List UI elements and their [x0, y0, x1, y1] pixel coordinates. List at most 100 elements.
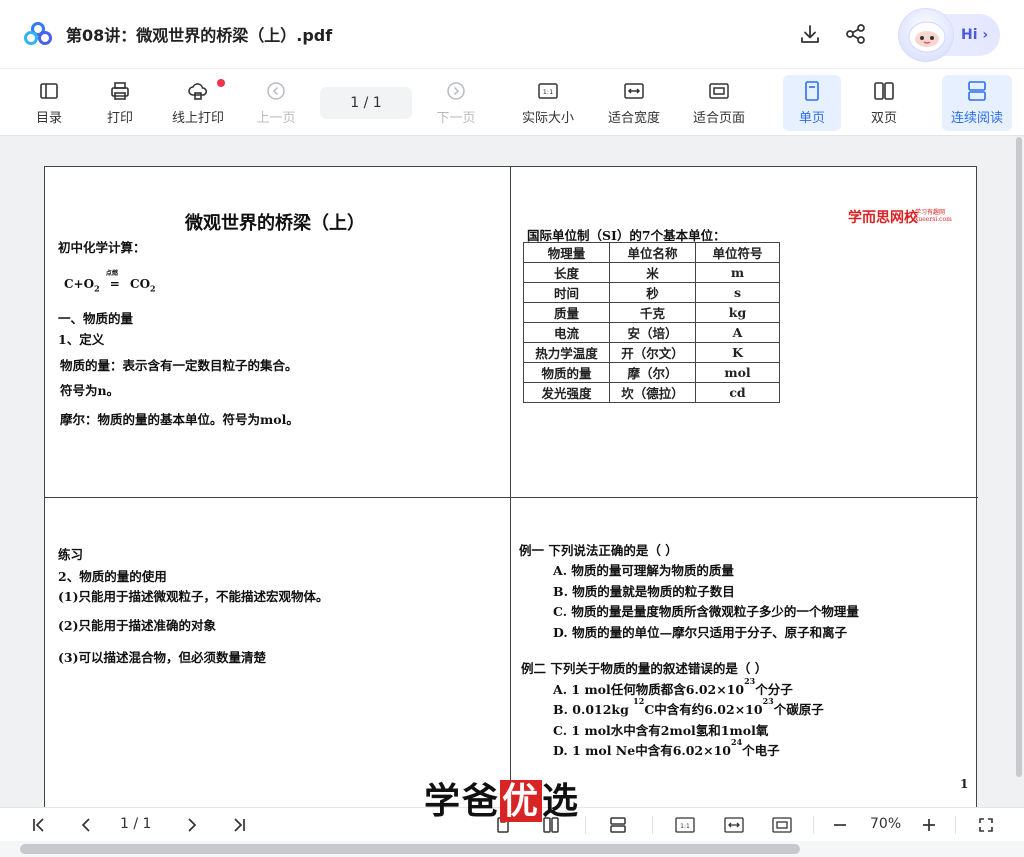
arrow-right-circle-icon [447, 82, 465, 100]
horizontal-scrollbar-thumb[interactable] [20, 844, 800, 854]
next-page-bottom-button[interactable] [180, 814, 202, 836]
usage-item-3: (3)可以描述混合物，但必须数量清楚 [58, 650, 267, 665]
bottom-actual-size-button[interactable]: 1:1 [674, 814, 696, 836]
toc-label: 目录 [35, 111, 62, 126]
print-label: 打印 [106, 111, 133, 126]
usage-item-2: (2)只能用于描述准确的对象 [58, 618, 217, 633]
example-2-option-a: A. 1 mol任何物质都含6.02×1023个分子 [553, 676, 793, 697]
fit-width-button[interactable]: 适合宽度 [600, 75, 668, 131]
si-table-row: 热力学温度 开（尔文） K [523, 342, 780, 363]
bottom-page-indicator[interactable]: 1 / 1 [120, 816, 151, 832]
si-table-header-cell: 单位符号 [695, 242, 780, 263]
fit-width-icon [724, 817, 744, 833]
assistant-avatar[interactable] [898, 8, 954, 62]
zoom-out-button[interactable] [829, 814, 851, 836]
chemical-equation: C+O2 点燃 = CO2 [64, 270, 156, 294]
cloud-print-icon [188, 83, 208, 100]
bottom-fit-width-button[interactable] [723, 814, 745, 836]
continuous-read-icon [968, 81, 986, 101]
page-divider-horizontal [45, 497, 978, 498]
example-2-option-b: B. 0.012kg 12C中含有约6.02×1023个碳原子 [553, 696, 824, 717]
si-table-row: 长度米 m [523, 262, 780, 283]
si-table-header-cell: 单位名称 [609, 242, 696, 263]
toolbar: 目录 打印 线上打印 上一页 1 / 1 下一页 1:1 实际大小 适合宽度 适… [0, 68, 1024, 136]
actual-size-icon: 1:1 [675, 817, 695, 833]
prev-page-button[interactable]: 上一页 [248, 75, 304, 131]
si-table-cell: K [695, 342, 780, 363]
continuous-read-icon [610, 817, 626, 833]
plus-icon [923, 819, 935, 831]
single-page-button[interactable]: 单页 [783, 75, 841, 131]
si-table-cell: 发光强度 [523, 382, 610, 403]
page-title: 微观世界的桥梁（上） [185, 213, 365, 234]
next-page-button[interactable]: 下一页 [428, 75, 484, 131]
si-units-table: 物理量 单位名称 单位符号 长度米 m 时间秒 s 质量 千克 kg 电流 安（培） A 热力学温度 开（尔… [523, 242, 780, 403]
example-1-option-b: B. 物质的量就是物质的粒子数目 [553, 584, 735, 599]
continuous-read-button[interactable]: 连续阅读 [942, 75, 1012, 131]
fit-width-icon [624, 83, 644, 99]
svg-text:1:1: 1:1 [543, 88, 553, 96]
fit-page-icon [772, 817, 792, 833]
zoom-in-button[interactable] [918, 814, 940, 836]
actual-size-button[interactable]: 1:1 实际大小 [514, 75, 582, 131]
last-page-icon [234, 818, 245, 832]
continuous-read-label: 连续阅读 [950, 111, 1003, 126]
fullscreen-icon [979, 818, 993, 832]
si-table-cell: cd [695, 382, 780, 403]
example-2-question: 例二 下列关于物质的量的叙述错误的是（ ） [521, 661, 768, 676]
download-button[interactable] [798, 22, 822, 46]
mol-text: 摩尔：物质的量的基本单位。符号为mol。 [60, 412, 299, 427]
svg-text:1:1: 1:1 [680, 823, 690, 830]
si-table-cell: 物质的量 [523, 362, 610, 383]
si-table-cell: 安（培） [609, 322, 696, 343]
print-button[interactable]: 打印 [92, 75, 148, 131]
minus-icon [834, 824, 846, 826]
page-divider-vertical [510, 167, 511, 807]
page-number-input[interactable]: 1 / 1 [320, 87, 412, 119]
si-table-cell: 热力学温度 [523, 342, 610, 363]
fullscreen-button[interactable] [975, 814, 997, 836]
double-page-button[interactable]: 双页 [856, 75, 912, 131]
si-table-cell: m [695, 262, 780, 283]
single-page-label: 单页 [798, 111, 825, 126]
usage-heading: 2、物质的量的使用 [58, 569, 167, 584]
last-page-button[interactable] [228, 814, 250, 836]
si-table-row: 质量 千克 kg [523, 302, 780, 323]
brand-logo: 学而思网校 [848, 210, 918, 226]
horizontal-scrollbar[interactable] [0, 841, 1024, 857]
download-icon [801, 25, 819, 43]
si-table-cell: 秒 [609, 282, 696, 303]
zoom-level[interactable]: 70% [870, 816, 901, 832]
assistant-label[interactable]: Hi › [961, 27, 988, 43]
first-page-button[interactable] [28, 814, 50, 836]
printer-icon [111, 82, 129, 100]
document-viewer[interactable]: 微观世界的桥梁（上） 初中化学计算： C+O2 点燃 = CO2 一、物质的量 1… [0, 137, 1024, 807]
robot-face-icon [908, 21, 946, 53]
prev-page-bottom-button[interactable] [76, 814, 98, 836]
bottom-separator [585, 816, 586, 834]
si-table-cell: s [695, 282, 780, 303]
share-button[interactable] [844, 22, 868, 46]
toc-button[interactable]: 目录 [20, 75, 78, 131]
actual-size-label: 实际大小 [521, 111, 574, 126]
vertical-scrollbar-thumb[interactable] [1016, 137, 1022, 777]
bottom-continuous-button[interactable] [607, 814, 629, 836]
chevron-left-icon [81, 818, 90, 832]
chevron-right-icon [188, 818, 197, 832]
document-title: 第08讲：微观世界的桥梁（上）.pdf [66, 26, 333, 45]
si-table-row: 电流 安（培） A [523, 322, 780, 343]
vertical-scrollbar[interactable] [1016, 137, 1022, 777]
single-page-icon [805, 81, 819, 101]
bottom-separator [652, 816, 653, 834]
pdf-page: 微观世界的桥梁（上） 初中化学计算： C+O2 点燃 = CO2 一、物质的量 1… [44, 166, 978, 807]
online-print-label: 线上打印 [171, 111, 224, 126]
si-table-cell: 摩（尔） [609, 362, 696, 383]
fit-page-label: 适合页面 [692, 111, 745, 126]
bottom-fit-page-button[interactable] [771, 814, 793, 836]
pdf-viewer-app: 第08讲：微观世界的桥梁（上）.pdf Hi › 目录 打印 线上打印 上一页 … [0, 0, 1024, 857]
si-table-cell: 时间 [523, 282, 610, 303]
fit-page-button[interactable]: 适合页面 [685, 75, 753, 131]
fit-page-icon [709, 83, 729, 99]
usage-item-1: (1)只能用于描述微观粒子，不能描述宏观物体。 [58, 589, 329, 604]
section-heading-amount: 一、物质的量 [58, 311, 134, 326]
